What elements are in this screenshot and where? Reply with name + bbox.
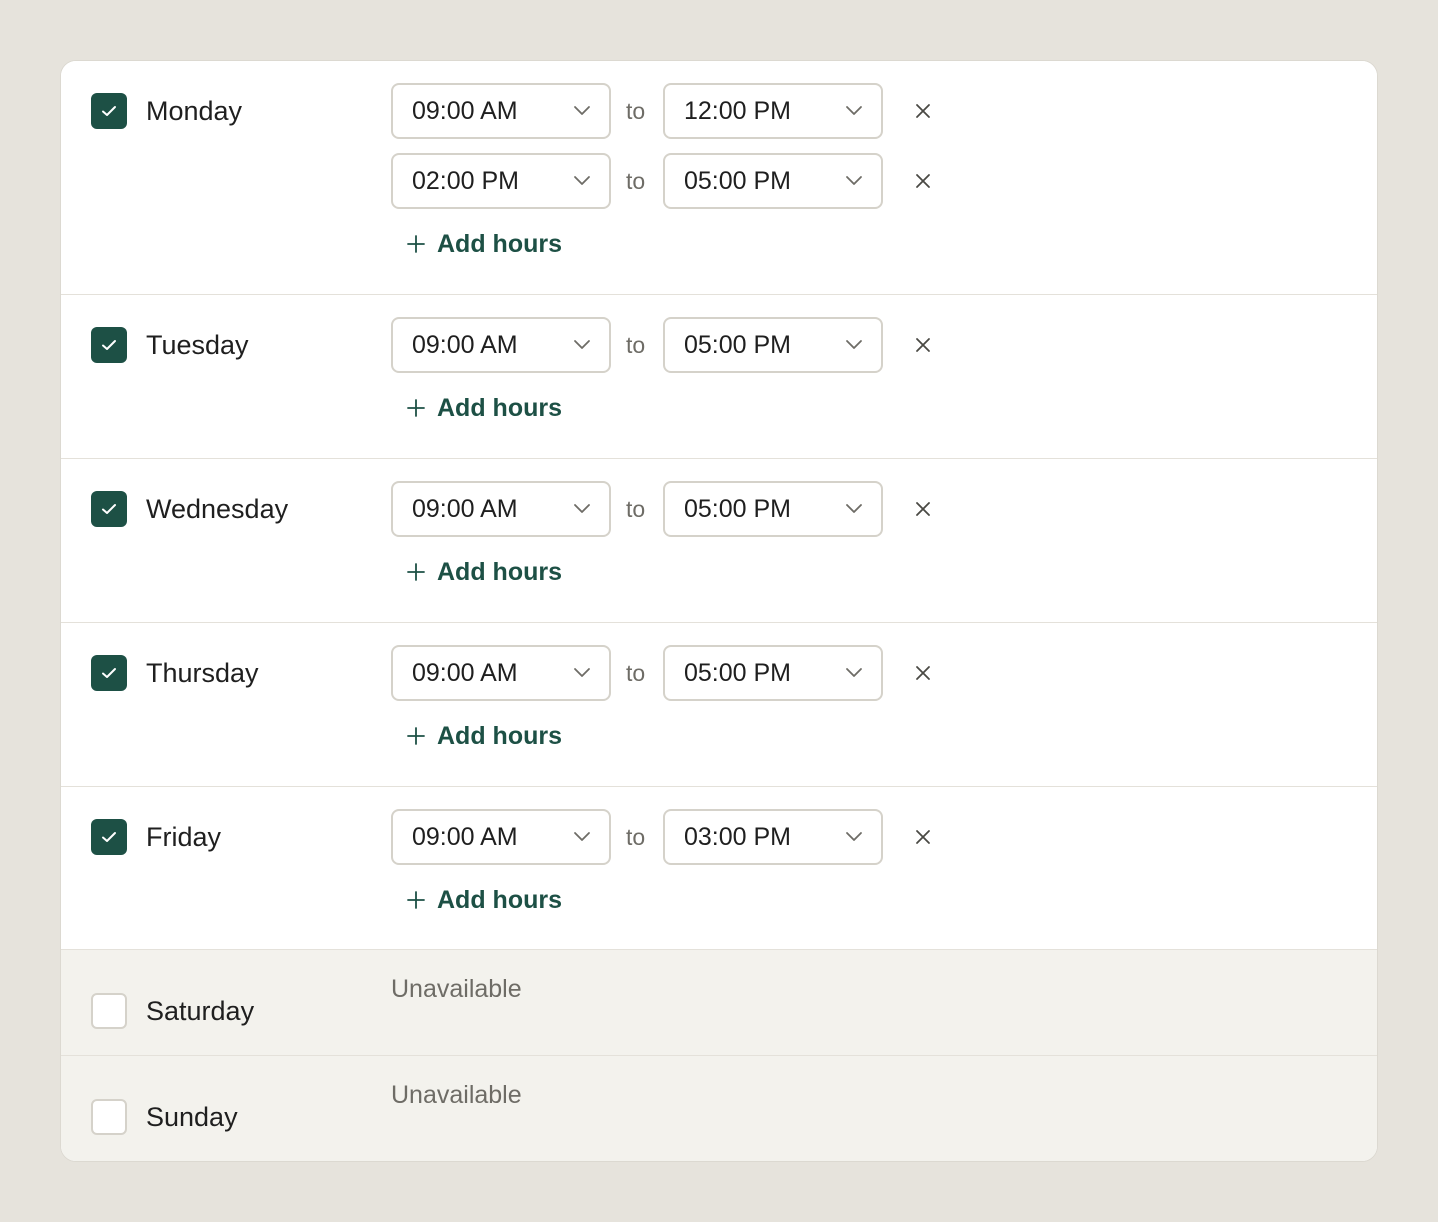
add-hours-button[interactable]: Add hours: [407, 720, 562, 752]
checkmark-icon: [100, 666, 118, 680]
day-label: Saturday: [146, 996, 255, 1026]
end-time-select[interactable]: 05:00 PM: [663, 317, 883, 373]
chevron-down-icon: [845, 665, 863, 679]
close-icon[interactable]: [913, 171, 933, 191]
checkmark-icon: [100, 502, 118, 516]
day-checkbox-saturday[interactable]: [91, 993, 127, 1029]
end-time-select[interactable]: 05:00 PM: [663, 481, 883, 537]
day-checkbox-friday[interactable]: [91, 819, 127, 855]
to-separator: to: [626, 98, 646, 124]
day-row-sunday: Sunday Unavailable: [61, 1055, 1377, 1161]
checkmark-icon: [100, 104, 118, 118]
plus-icon: [407, 727, 425, 745]
close-icon[interactable]: [913, 101, 933, 121]
close-icon[interactable]: [913, 335, 933, 355]
unavailable-label: Unavailable: [391, 1081, 522, 1109]
add-hours-label: Add hours: [437, 885, 562, 914]
day-checkbox-sunday[interactable]: [91, 1099, 127, 1135]
unavailable-label: Unavailable: [391, 975, 522, 1003]
end-time-select[interactable]: 05:00 PM: [663, 645, 883, 701]
chevron-down-icon: [573, 829, 591, 843]
time-slot: 09:00 AM to 05:00 PM: [391, 481, 951, 537]
end-time-value: 05:00 PM: [684, 495, 792, 523]
end-time-value: 05:00 PM: [684, 659, 792, 687]
plus-icon: [407, 563, 425, 581]
time-slot: 09:00 AM to 05:00 PM: [391, 317, 951, 373]
day-checkbox-wednesday[interactable]: [91, 491, 127, 527]
end-time-value: 05:00 PM: [684, 331, 792, 359]
chevron-down-icon: [573, 501, 591, 515]
chevron-down-icon: [573, 337, 591, 351]
day-label: Friday: [146, 822, 222, 852]
time-slot: 09:00 AM to 03:00 PM: [391, 809, 951, 865]
add-hours-button[interactable]: Add hours: [407, 884, 562, 916]
time-slot: 02:00 PM to 05:00 PM: [391, 153, 951, 209]
end-time-value: 03:00 PM: [684, 823, 792, 851]
plus-icon: [407, 891, 425, 909]
weekly-hours-card: Monday 09:00 AM to 12:00 PM 02:00 PM to 05:00 …: [60, 60, 1378, 1162]
day-row-friday: Friday 09:00 AM to 03:00 PM Add hours: [61, 786, 1377, 949]
add-hours-label: Add hours: [437, 721, 562, 750]
add-hours-button[interactable]: Add hours: [407, 556, 562, 588]
day-checkbox-thursday[interactable]: [91, 655, 127, 691]
start-time-value: 09:00 AM: [412, 97, 518, 125]
time-slot: 09:00 AM to 12:00 PM: [391, 83, 951, 139]
day-checkbox-monday[interactable]: [91, 93, 127, 129]
to-separator: to: [626, 496, 646, 522]
day-row-tuesday: Tuesday 09:00 AM to 05:00 PM Add hours: [61, 294, 1377, 458]
close-icon[interactable]: [913, 499, 933, 519]
start-time-select[interactable]: 09:00 AM: [391, 317, 611, 373]
start-time-value: 09:00 AM: [412, 331, 518, 359]
end-time-value: 05:00 PM: [684, 167, 792, 195]
day-checkbox-tuesday[interactable]: [91, 327, 127, 363]
day-row-wednesday: Wednesday 09:00 AM to 05:00 PM Add hours: [61, 458, 1377, 622]
chevron-down-icon: [845, 103, 863, 117]
chevron-down-icon: [845, 337, 863, 351]
close-icon[interactable]: [913, 827, 933, 847]
plus-icon: [407, 235, 425, 253]
plus-icon: [407, 399, 425, 417]
day-row-monday: Monday 09:00 AM to 12:00 PM 02:00 PM to 05:00 …: [61, 61, 1377, 294]
add-hours-label: Add hours: [437, 557, 562, 586]
add-hours-button[interactable]: Add hours: [407, 228, 562, 260]
start-time-value: 09:00 AM: [412, 495, 518, 523]
start-time-select[interactable]: 09:00 AM: [391, 83, 611, 139]
chevron-down-icon: [845, 829, 863, 843]
end-time-select[interactable]: 12:00 PM: [663, 83, 883, 139]
day-label: Sunday: [146, 1102, 238, 1132]
to-separator: to: [626, 168, 646, 194]
start-time-value: 09:00 AM: [412, 659, 518, 687]
end-time-select[interactable]: 05:00 PM: [663, 153, 883, 209]
day-row-saturday: Saturday Unavailable: [61, 949, 1377, 1055]
start-time-value: 02:00 PM: [412, 167, 520, 195]
add-hours-label: Add hours: [437, 393, 562, 422]
end-time-value: 12:00 PM: [684, 97, 792, 125]
chevron-down-icon: [845, 501, 863, 515]
time-slot: 09:00 AM to 05:00 PM: [391, 645, 951, 701]
start-time-select[interactable]: 02:00 PM: [391, 153, 611, 209]
to-separator: to: [626, 824, 646, 850]
end-time-select[interactable]: 03:00 PM: [663, 809, 883, 865]
start-time-select[interactable]: 09:00 AM: [391, 645, 611, 701]
day-label: Wednesday: [146, 494, 289, 524]
add-hours-label: Add hours: [437, 229, 562, 258]
chevron-down-icon: [573, 103, 591, 117]
day-label: Monday: [146, 96, 243, 126]
to-separator: to: [626, 660, 646, 686]
start-time-select[interactable]: 09:00 AM: [391, 809, 611, 865]
chevron-down-icon: [845, 173, 863, 187]
add-hours-button[interactable]: Add hours: [407, 392, 562, 424]
close-icon[interactable]: [913, 663, 933, 683]
day-label: Tuesday: [146, 330, 249, 360]
day-row-thursday: Thursday 09:00 AM to 05:00 PM Add hours: [61, 622, 1377, 786]
to-separator: to: [626, 332, 646, 358]
checkmark-icon: [100, 830, 118, 844]
chevron-down-icon: [573, 665, 591, 679]
chevron-down-icon: [573, 173, 591, 187]
start-time-value: 09:00 AM: [412, 823, 518, 851]
checkmark-icon: [100, 338, 118, 352]
day-label: Thursday: [146, 658, 259, 688]
start-time-select[interactable]: 09:00 AM: [391, 481, 611, 537]
